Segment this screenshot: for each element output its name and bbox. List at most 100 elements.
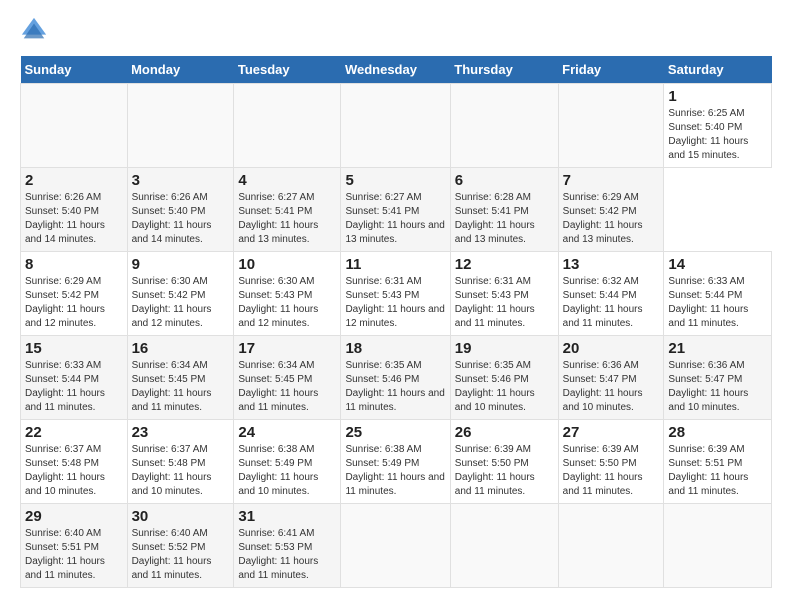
calendar-cell: 23 Sunrise: 6:37 AMSunset: 5:48 PMDaylig… bbox=[127, 420, 234, 504]
day-number: 5 bbox=[345, 172, 445, 189]
day-info: Sunrise: 6:39 AMSunset: 5:50 PMDaylight:… bbox=[455, 444, 535, 497]
day-number: 2 bbox=[25, 172, 123, 189]
day-number: 29 bbox=[25, 508, 123, 525]
day-info: Sunrise: 6:33 AMSunset: 5:44 PMDaylight:… bbox=[25, 360, 105, 413]
day-number: 26 bbox=[455, 424, 554, 441]
day-info: Sunrise: 6:36 AMSunset: 5:47 PMDaylight:… bbox=[563, 360, 643, 413]
calendar-week-4: 15 Sunrise: 6:33 AMSunset: 5:44 PMDaylig… bbox=[21, 336, 772, 420]
calendar-cell: 14 Sunrise: 6:33 AMSunset: 5:44 PMDaylig… bbox=[664, 252, 772, 336]
day-number: 23 bbox=[132, 424, 230, 441]
day-number: 21 bbox=[668, 340, 767, 357]
day-number: 9 bbox=[132, 256, 230, 273]
calendar-header-friday: Friday bbox=[558, 56, 664, 84]
calendar-cell bbox=[21, 84, 128, 168]
day-number: 11 bbox=[345, 256, 445, 273]
calendar-cell: 11 Sunrise: 6:31 AMSunset: 5:43 PMDaylig… bbox=[341, 252, 450, 336]
day-number: 15 bbox=[25, 340, 123, 357]
calendar-cell: 21 Sunrise: 6:36 AMSunset: 5:47 PMDaylig… bbox=[664, 336, 772, 420]
day-info: Sunrise: 6:35 AMSunset: 5:46 PMDaylight:… bbox=[345, 360, 444, 413]
calendar-cell: 27 Sunrise: 6:39 AMSunset: 5:50 PMDaylig… bbox=[558, 420, 664, 504]
day-number: 30 bbox=[132, 508, 230, 525]
day-number: 31 bbox=[238, 508, 336, 525]
calendar-week-2: 2 Sunrise: 6:26 AMSunset: 5:40 PMDayligh… bbox=[21, 168, 772, 252]
day-info: Sunrise: 6:41 AMSunset: 5:53 PMDaylight:… bbox=[238, 528, 318, 581]
calendar-cell: 12 Sunrise: 6:31 AMSunset: 5:43 PMDaylig… bbox=[450, 252, 558, 336]
day-info: Sunrise: 6:29 AMSunset: 5:42 PMDaylight:… bbox=[563, 192, 643, 245]
day-number: 25 bbox=[345, 424, 445, 441]
calendar-week-5: 22 Sunrise: 6:37 AMSunset: 5:48 PMDaylig… bbox=[21, 420, 772, 504]
day-number: 13 bbox=[563, 256, 660, 273]
calendar-header-wednesday: Wednesday bbox=[341, 56, 450, 84]
calendar-cell bbox=[234, 84, 341, 168]
day-number: 12 bbox=[455, 256, 554, 273]
day-info: Sunrise: 6:38 AMSunset: 5:49 PMDaylight:… bbox=[238, 444, 318, 497]
day-number: 27 bbox=[563, 424, 660, 441]
day-number: 22 bbox=[25, 424, 123, 441]
calendar-cell: 29 Sunrise: 6:40 AMSunset: 5:51 PMDaylig… bbox=[21, 504, 128, 588]
calendar-cell bbox=[341, 504, 450, 588]
day-info: Sunrise: 6:37 AMSunset: 5:48 PMDaylight:… bbox=[25, 444, 105, 497]
calendar-cell: 31 Sunrise: 6:41 AMSunset: 5:53 PMDaylig… bbox=[234, 504, 341, 588]
day-info: Sunrise: 6:36 AMSunset: 5:47 PMDaylight:… bbox=[668, 360, 748, 413]
day-info: Sunrise: 6:27 AMSunset: 5:41 PMDaylight:… bbox=[238, 192, 318, 245]
calendar-cell: 26 Sunrise: 6:39 AMSunset: 5:50 PMDaylig… bbox=[450, 420, 558, 504]
day-info: Sunrise: 6:40 AMSunset: 5:51 PMDaylight:… bbox=[25, 528, 105, 581]
calendar-cell: 6 Sunrise: 6:28 AMSunset: 5:41 PMDayligh… bbox=[450, 168, 558, 252]
page: SundayMondayTuesdayWednesdayThursdayFrid… bbox=[0, 0, 792, 598]
day-number: 16 bbox=[132, 340, 230, 357]
calendar-header-sunday: Sunday bbox=[21, 56, 128, 84]
day-info: Sunrise: 6:28 AMSunset: 5:41 PMDaylight:… bbox=[455, 192, 535, 245]
calendar-cell: 8 Sunrise: 6:29 AMSunset: 5:42 PMDayligh… bbox=[21, 252, 128, 336]
calendar-cell: 4 Sunrise: 6:27 AMSunset: 5:41 PMDayligh… bbox=[234, 168, 341, 252]
day-number: 1 bbox=[668, 88, 767, 105]
calendar-week-1: 1 Sunrise: 6:25 AMSunset: 5:40 PMDayligh… bbox=[21, 84, 772, 168]
calendar-cell bbox=[341, 84, 450, 168]
day-number: 18 bbox=[345, 340, 445, 357]
calendar-header-thursday: Thursday bbox=[450, 56, 558, 84]
day-info: Sunrise: 6:31 AMSunset: 5:43 PMDaylight:… bbox=[455, 276, 535, 329]
day-number: 3 bbox=[132, 172, 230, 189]
logo bbox=[20, 16, 52, 44]
day-number: 19 bbox=[455, 340, 554, 357]
calendar-cell bbox=[558, 504, 664, 588]
day-number: 17 bbox=[238, 340, 336, 357]
day-number: 20 bbox=[563, 340, 660, 357]
calendar-cell: 22 Sunrise: 6:37 AMSunset: 5:48 PMDaylig… bbox=[21, 420, 128, 504]
day-number: 4 bbox=[238, 172, 336, 189]
day-number: 7 bbox=[563, 172, 660, 189]
calendar-cell bbox=[450, 504, 558, 588]
calendar-cell bbox=[558, 84, 664, 168]
day-number: 8 bbox=[25, 256, 123, 273]
day-info: Sunrise: 6:33 AMSunset: 5:44 PMDaylight:… bbox=[668, 276, 748, 329]
day-info: Sunrise: 6:40 AMSunset: 5:52 PMDaylight:… bbox=[132, 528, 212, 581]
calendar-cell: 9 Sunrise: 6:30 AMSunset: 5:42 PMDayligh… bbox=[127, 252, 234, 336]
calendar-cell: 17 Sunrise: 6:34 AMSunset: 5:45 PMDaylig… bbox=[234, 336, 341, 420]
calendar-cell bbox=[450, 84, 558, 168]
calendar-cell: 13 Sunrise: 6:32 AMSunset: 5:44 PMDaylig… bbox=[558, 252, 664, 336]
calendar-header-tuesday: Tuesday bbox=[234, 56, 341, 84]
calendar-cell: 19 Sunrise: 6:35 AMSunset: 5:46 PMDaylig… bbox=[450, 336, 558, 420]
calendar-cell: 1 Sunrise: 6:25 AMSunset: 5:40 PMDayligh… bbox=[664, 84, 772, 168]
day-info: Sunrise: 6:34 AMSunset: 5:45 PMDaylight:… bbox=[238, 360, 318, 413]
day-info: Sunrise: 6:37 AMSunset: 5:48 PMDaylight:… bbox=[132, 444, 212, 497]
calendar-week-3: 8 Sunrise: 6:29 AMSunset: 5:42 PMDayligh… bbox=[21, 252, 772, 336]
calendar-cell: 2 Sunrise: 6:26 AMSunset: 5:40 PMDayligh… bbox=[21, 168, 128, 252]
day-info: Sunrise: 6:38 AMSunset: 5:49 PMDaylight:… bbox=[345, 444, 444, 497]
calendar-table: SundayMondayTuesdayWednesdayThursdayFrid… bbox=[20, 56, 772, 588]
day-info: Sunrise: 6:30 AMSunset: 5:43 PMDaylight:… bbox=[238, 276, 318, 329]
calendar-cell: 15 Sunrise: 6:33 AMSunset: 5:44 PMDaylig… bbox=[21, 336, 128, 420]
day-number: 24 bbox=[238, 424, 336, 441]
day-number: 28 bbox=[668, 424, 767, 441]
header bbox=[20, 16, 772, 44]
calendar-cell: 3 Sunrise: 6:26 AMSunset: 5:40 PMDayligh… bbox=[127, 168, 234, 252]
day-info: Sunrise: 6:32 AMSunset: 5:44 PMDaylight:… bbox=[563, 276, 643, 329]
calendar-cell: 16 Sunrise: 6:34 AMSunset: 5:45 PMDaylig… bbox=[127, 336, 234, 420]
day-info: Sunrise: 6:26 AMSunset: 5:40 PMDaylight:… bbox=[132, 192, 212, 245]
calendar-cell: 24 Sunrise: 6:38 AMSunset: 5:49 PMDaylig… bbox=[234, 420, 341, 504]
day-info: Sunrise: 6:34 AMSunset: 5:45 PMDaylight:… bbox=[132, 360, 212, 413]
calendar-cell bbox=[127, 84, 234, 168]
calendar-cell: 18 Sunrise: 6:35 AMSunset: 5:46 PMDaylig… bbox=[341, 336, 450, 420]
calendar-cell: 7 Sunrise: 6:29 AMSunset: 5:42 PMDayligh… bbox=[558, 168, 664, 252]
calendar-cell: 25 Sunrise: 6:38 AMSunset: 5:49 PMDaylig… bbox=[341, 420, 450, 504]
day-info: Sunrise: 6:25 AMSunset: 5:40 PMDaylight:… bbox=[668, 108, 748, 161]
